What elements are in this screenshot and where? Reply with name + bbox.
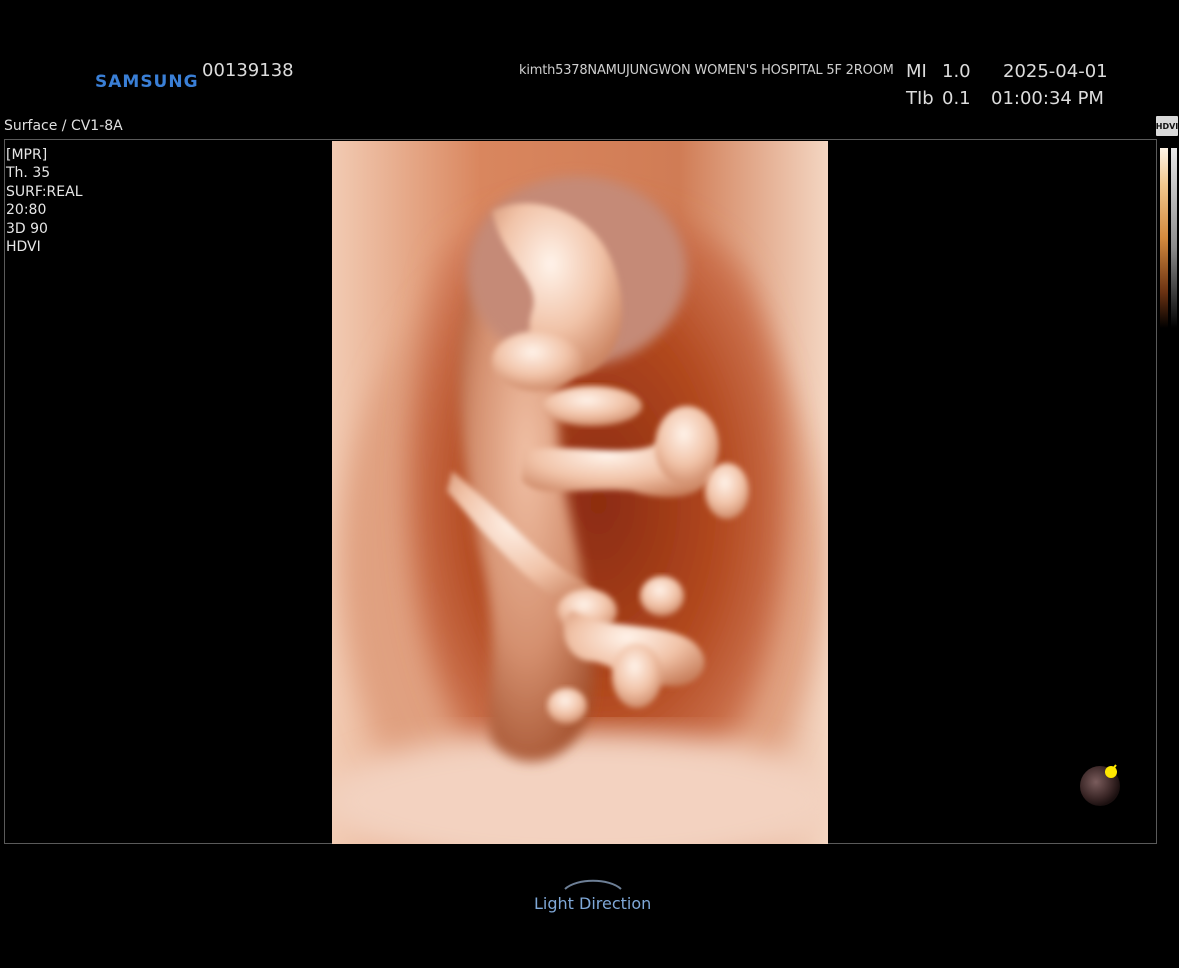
param-3d-angle: 3D 90 bbox=[6, 220, 48, 237]
param-hdvi: HDVI bbox=[6, 239, 41, 256]
tib-label: TIb bbox=[906, 88, 934, 109]
fetus-3d-render[interactable] bbox=[332, 141, 828, 844]
patient-id: 00139138 bbox=[202, 60, 294, 81]
hdvi-badge: HDVI bbox=[1156, 116, 1178, 136]
color-map-bar bbox=[1160, 148, 1168, 328]
user-hospital-info: kimth5378NAMUJUNGWON WOMEN'S HOSPITAL 5F… bbox=[519, 63, 894, 78]
light-direction-ball-icon[interactable] bbox=[1080, 760, 1126, 808]
tib-value: 0.1 bbox=[942, 88, 971, 109]
exam-date: 2025-04-01 bbox=[1003, 61, 1108, 82]
gray-map-bar bbox=[1171, 148, 1177, 328]
param-thickness: Th. 35 bbox=[6, 165, 51, 182]
imaging-parameters: [MPR] Th. 35 SURF:REAL 20:80 3D 90 HDVI bbox=[6, 146, 83, 256]
exam-time: 01:00:34 PM bbox=[991, 88, 1104, 109]
light-direction-label[interactable]: Light Direction bbox=[534, 894, 651, 913]
mi-value: 1.0 bbox=[942, 61, 971, 82]
samsung-logo: SAMSUNG bbox=[95, 72, 199, 92]
probe-mode-label: Surface / CV1-8A bbox=[4, 118, 123, 134]
param-surface-mode: SURF:REAL bbox=[6, 183, 83, 200]
param-mpr: [MPR] bbox=[6, 147, 48, 163]
light-direction-arc-icon bbox=[564, 879, 622, 890]
fetus-render-image bbox=[332, 141, 828, 844]
param-mix-ratio: 20:80 bbox=[6, 202, 47, 219]
mi-label: MI bbox=[906, 61, 927, 82]
